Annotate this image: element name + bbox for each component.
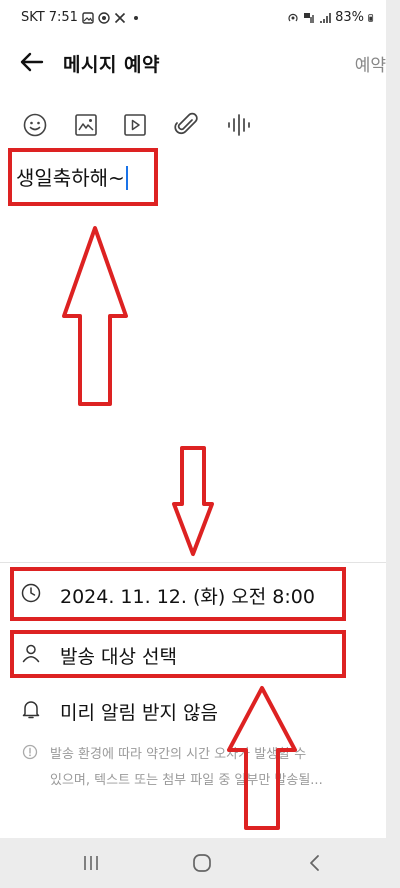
voice-button[interactable] bbox=[224, 110, 254, 140]
signal-icon bbox=[320, 12, 331, 23]
info-icon bbox=[22, 744, 38, 760]
recipients-highlight-box bbox=[10, 630, 346, 678]
video-icon bbox=[124, 114, 146, 136]
schedule-confirm-button[interactable]: 예약 bbox=[355, 51, 386, 76]
section-divider bbox=[0, 562, 386, 563]
page-title: 메시지 예약 bbox=[63, 54, 161, 76]
reminder-label: 미리 알림 받지 않음 bbox=[60, 702, 218, 724]
x-notification-icon bbox=[114, 12, 125, 23]
gallery-notification-icon bbox=[82, 11, 94, 24]
emoji-icon bbox=[23, 113, 47, 137]
message-highlight-box bbox=[8, 148, 158, 206]
attach-button[interactable] bbox=[172, 110, 202, 140]
back-button[interactable] bbox=[16, 46, 48, 78]
emoji-button[interactable] bbox=[20, 110, 50, 140]
attach-icon bbox=[174, 112, 198, 135]
attachment-toolbar bbox=[0, 104, 386, 144]
notice-text: 발송 환경에 따라 약간의 시간 오차가 발생할 수 있으며, 텍스트 또는 첨… bbox=[50, 747, 323, 788]
scheduled-message-screen: SKT 7:51 83% 메시지 예약 예약 생일축하해~ 2024. 11. … bbox=[0, 0, 386, 838]
datetime-highlight-box bbox=[10, 567, 346, 621]
battery-level: 83% bbox=[335, 10, 364, 25]
reminder-row[interactable]: 미리 알림 받지 않음 bbox=[0, 686, 386, 734]
home-button[interactable] bbox=[187, 850, 217, 876]
carrier: SKT bbox=[21, 10, 45, 25]
network-icon bbox=[304, 12, 314, 23]
system-navigation-bar bbox=[0, 838, 400, 888]
bell-icon bbox=[22, 701, 40, 719]
recent-apps-icon bbox=[84, 856, 98, 870]
battery-icon bbox=[368, 13, 374, 22]
status-right: 83% bbox=[287, 10, 376, 25]
back-nav-button[interactable] bbox=[300, 850, 330, 876]
notice-block: 발송 환경에 따라 약간의 시간 오차가 발생할 수 있으며, 텍스트 또는 첨… bbox=[0, 740, 386, 800]
hotspot-icon bbox=[288, 13, 298, 21]
image-icon bbox=[75, 114, 97, 136]
status-bar: SKT 7:51 83% bbox=[0, 0, 386, 36]
back-arrow-icon bbox=[20, 52, 44, 72]
chevron-left-icon bbox=[310, 855, 319, 871]
clock: 7:51 bbox=[48, 10, 78, 25]
home-icon bbox=[193, 854, 211, 872]
more-notifications-dot-icon bbox=[133, 15, 138, 20]
video-button[interactable] bbox=[120, 110, 150, 140]
image-button[interactable] bbox=[71, 110, 101, 140]
app-header: 메시지 예약 예약 bbox=[0, 40, 386, 84]
app-notification-icon bbox=[98, 11, 110, 24]
up-arrow-to-message bbox=[62, 226, 128, 406]
recent-apps-button[interactable] bbox=[76, 850, 106, 876]
status-left: SKT 7:51 bbox=[21, 10, 142, 25]
voice-icon bbox=[228, 114, 250, 136]
down-arrow-to-datetime bbox=[172, 446, 214, 556]
